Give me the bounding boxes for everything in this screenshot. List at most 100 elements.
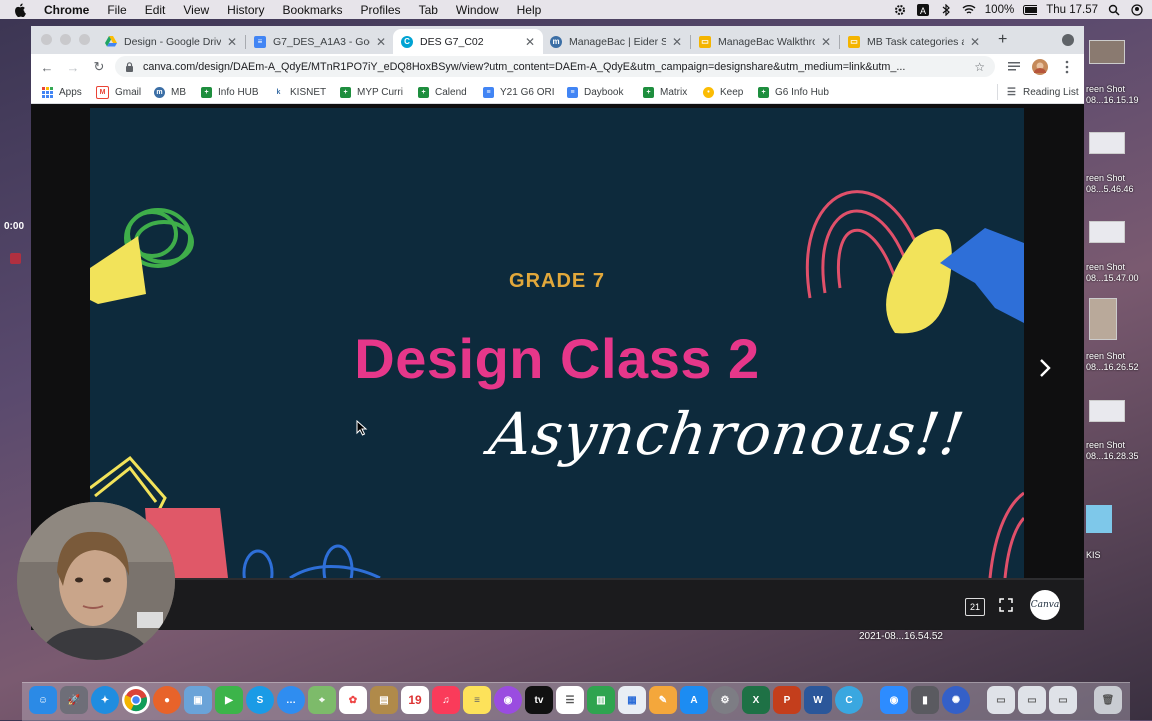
maps-icon[interactable]: ⌖ — [308, 686, 336, 714]
preview-icon[interactable]: ▣ — [184, 686, 212, 714]
tab-search-icon[interactable] — [1062, 34, 1074, 46]
launchpad-icon[interactable]: 🚀 — [60, 686, 88, 714]
bookmark-mb[interactable]: m MB — [154, 84, 186, 100]
close-tab-icon[interactable]: ✕ — [376, 35, 386, 49]
bookmark-keep[interactable]: • Keep — [703, 84, 743, 100]
menu-help[interactable]: Help — [517, 3, 542, 17]
trash-icon[interactable]: 🗑 — [1094, 686, 1122, 714]
keynote-icon[interactable]: ▦ — [618, 686, 646, 714]
bookmark-apps[interactable]: Apps — [42, 84, 82, 100]
reload-icon[interactable]: ↻ — [91, 59, 107, 75]
bookmark-gmail[interactable]: M Gmail — [96, 84, 141, 100]
tab-managebac-walkthrough[interactable]: ▭ ManageBac Walkthrough ✕ — [691, 29, 839, 54]
calendar-icon[interactable]: 19 — [401, 686, 429, 714]
notes-book-icon[interactable]: ▤ — [370, 686, 398, 714]
stop-recording-button[interactable] — [10, 253, 21, 264]
close-tab-icon[interactable]: ✕ — [821, 35, 831, 49]
profile-avatar[interactable] — [1032, 59, 1048, 75]
minimize-window-button[interactable] — [60, 34, 71, 45]
bookmark-myp-curri[interactable]: + MYP Curri — [340, 84, 403, 100]
screenshot-file-label[interactable]: 2021-08...16.54.52 — [859, 631, 943, 642]
webcam-bubble[interactable] — [17, 502, 175, 660]
desktop-file[interactable]: KIS — [1086, 550, 1150, 561]
tv-icon[interactable]: tv — [525, 686, 553, 714]
tab-google-drive[interactable]: Design - Google Drive ✕ — [97, 29, 245, 54]
facetime-icon[interactable]: ▶ — [215, 686, 243, 714]
menu-app-name[interactable]: Chrome — [44, 3, 89, 17]
desktop-file-thumbnail[interactable] — [1089, 400, 1125, 422]
pencil-app-icon[interactable]: ✎ — [649, 686, 677, 714]
search-icon[interactable] — [1107, 3, 1121, 17]
bookmark-g6-info-hub[interactable]: + G6 Info Hub — [758, 84, 829, 100]
back-arrow-icon[interactable]: ← — [39, 59, 55, 75]
firefox-icon[interactable]: ● — [153, 686, 181, 714]
safari-icon[interactable]: ✦ — [91, 686, 119, 714]
more-options-icon[interactable] — [1059, 59, 1075, 75]
control-center-icon[interactable] — [1130, 3, 1144, 17]
bookmark-daybook[interactable]: ≡ Daybook — [567, 84, 623, 100]
page-count-badge[interactable]: 21 — [965, 598, 985, 616]
skype-icon[interactable]: S — [246, 686, 274, 714]
folder-icon[interactable] — [1086, 505, 1112, 533]
menu-bookmarks[interactable]: Bookmarks — [283, 3, 343, 17]
word-icon[interactable]: W — [804, 686, 832, 714]
tab-mb-task-categories[interactable]: ▭ MB Task categories a ✕ — [840, 29, 988, 54]
screencast-icon[interactable]: C — [835, 686, 863, 714]
tab-google-docs[interactable]: ≡ G7_DES_A1A3 - Google ✕ — [246, 29, 394, 54]
bookmark-star-icon[interactable]: ☆ — [974, 60, 985, 74]
reminders-icon[interactable]: ☰ — [556, 686, 584, 714]
desktop-file-thumbnail[interactable] — [1089, 298, 1117, 340]
desktop-file-thumbnail[interactable] — [1089, 221, 1125, 243]
menu-view[interactable]: View — [183, 3, 209, 17]
menu-window[interactable]: Window — [456, 3, 499, 17]
music-icon[interactable]: ♫ — [432, 686, 460, 714]
messages-icon[interactable]: … — [277, 686, 305, 714]
wifi-icon[interactable] — [962, 3, 976, 17]
bookmark-kisnet[interactable]: k KISNET — [273, 84, 326, 100]
menu-file[interactable]: File — [107, 3, 126, 17]
downloads-stack-icon[interactable]: ▭ — [987, 686, 1015, 714]
battery-icon[interactable] — [1023, 3, 1038, 17]
tab-managebac[interactable]: m ManageBac | Eider St ✕ — [542, 29, 690, 54]
zoom-icon[interactable]: ◉ — [880, 686, 908, 714]
screenshots-stack-icon[interactable]: ▭ — [1049, 686, 1077, 714]
photos-icon[interactable]: ✿ — [339, 686, 367, 714]
bookmark-matrix[interactable]: + Matrix — [643, 84, 687, 100]
clock[interactable]: Thu 17.57 — [1046, 4, 1098, 16]
next-slide-chevron-icon[interactable] — [1038, 358, 1052, 378]
text-input-icon[interactable]: A — [916, 3, 930, 17]
app-store-icon[interactable]: A — [680, 686, 708, 714]
chrome-icon[interactable] — [122, 686, 150, 714]
forward-arrow-icon[interactable]: → — [65, 59, 81, 75]
lock-icon[interactable] — [125, 61, 135, 72]
address-bar[interactable]: canva.com/design/DAEm-A_QdyE/MTnR1PO7iY_… — [115, 56, 995, 77]
menu-profiles[interactable]: Profiles — [361, 3, 401, 17]
close-window-button[interactable] — [41, 34, 52, 45]
desktop-file-thumbnail[interactable] — [1089, 40, 1125, 64]
powerpoint-icon[interactable]: P — [773, 686, 801, 714]
desktop-file-thumbnail[interactable] — [1089, 132, 1125, 154]
menu-tab[interactable]: Tab — [419, 3, 438, 17]
files-app-icon[interactable]: ▮ — [911, 686, 939, 714]
apple-icon[interactable] — [14, 3, 28, 17]
zoom-window-button[interactable] — [79, 34, 90, 45]
close-tab-icon[interactable]: ✕ — [525, 35, 535, 49]
finder-icon[interactable]: ☺ — [29, 686, 57, 714]
close-tab-icon[interactable]: ✕ — [970, 35, 980, 49]
menu-edit[interactable]: Edit — [145, 3, 166, 17]
notes-icon[interactable]: ≡ — [463, 686, 491, 714]
bookmark-info-hub[interactable]: + Info HUB — [201, 84, 259, 100]
desktop-file[interactable]: reen Shot 08...5.46.46 — [1086, 173, 1150, 195]
reading-list-button[interactable]: ☰ Reading List — [997, 84, 1079, 100]
desktop-file[interactable]: reen Shot 08...16.15.19 — [1086, 84, 1150, 106]
screenium-icon[interactable]: ✺ — [942, 686, 970, 714]
documents-stack-icon[interactable]: ▭ — [1018, 686, 1046, 714]
system-preferences-icon[interactable]: ⚙ — [711, 686, 739, 714]
bluetooth-icon[interactable] — [939, 3, 953, 17]
podcasts-icon[interactable]: ◉ — [494, 686, 522, 714]
canva-logo[interactable]: Canva — [1030, 590, 1060, 620]
bookmark-calend[interactable]: + Calend — [418, 84, 467, 100]
new-tab-plus-icon[interactable]: + — [998, 31, 1007, 49]
presentation-slide[interactable]: GRADE 7 Design Class 2 Asynchronous!! — [90, 108, 1024, 578]
tab-canva-active[interactable]: C DES G7_C02 ✕ — [393, 29, 543, 54]
